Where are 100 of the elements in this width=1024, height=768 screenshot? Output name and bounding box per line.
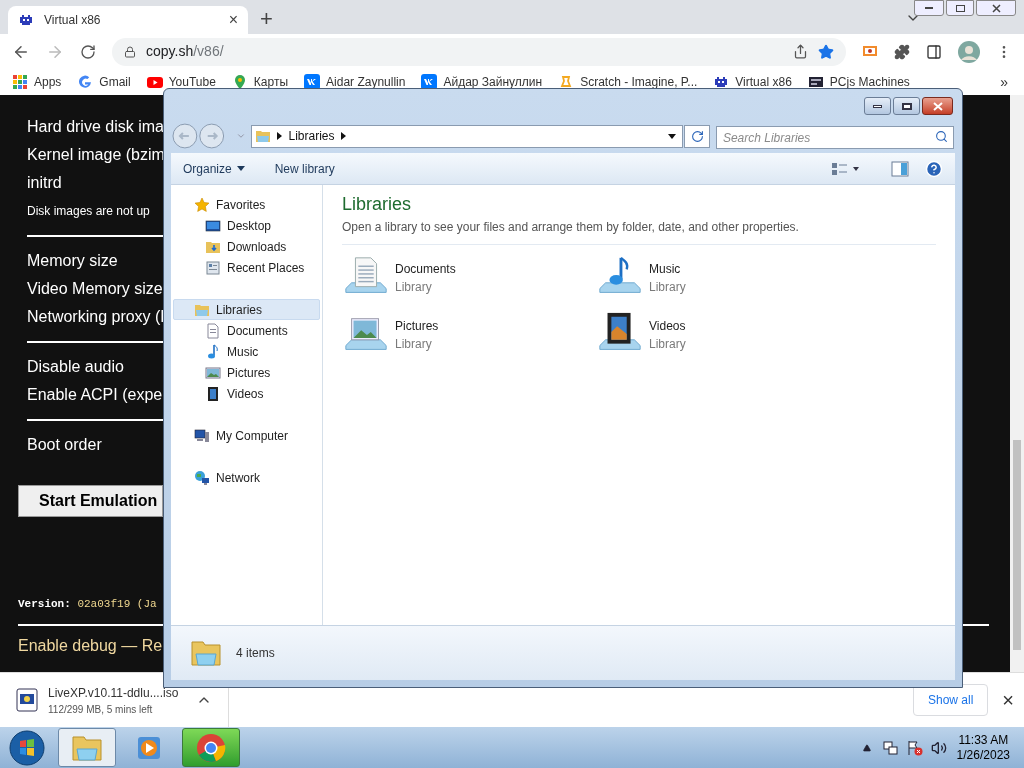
library-type: Library xyxy=(395,336,433,353)
share-icon[interactable] xyxy=(793,44,808,59)
bookmark-item[interactable]: Apps xyxy=(12,73,62,91)
nav-item[interactable]: Libraries xyxy=(173,299,320,320)
download-file-name[interactable]: LiveXP.v10.11-ddlu....iso xyxy=(48,683,188,702)
reload-icon[interactable] xyxy=(80,43,96,60)
command-button[interactable]: New library xyxy=(274,159,348,178)
side-panel-icon[interactable] xyxy=(926,43,942,60)
library-item[interactable]: Documents Library xyxy=(342,254,596,302)
library-name: Documents xyxy=(395,261,456,278)
nav-item[interactable]: Recent Places xyxy=(173,257,320,278)
chevron-right-icon[interactable] xyxy=(340,132,346,140)
close-downloads-button[interactable]: × xyxy=(1002,685,1014,715)
address-bar[interactable]: copy.sh/v86/ xyxy=(112,37,846,66)
item-count: 4 items xyxy=(236,645,275,662)
library-heading: Libraries xyxy=(342,193,413,216)
extensions-icon[interactable] xyxy=(894,43,910,60)
flag-error-icon[interactable] xyxy=(906,739,923,756)
library-item[interactable]: Pictures Library xyxy=(342,311,596,359)
refresh-icon xyxy=(690,129,704,143)
library-name: Videos xyxy=(649,318,686,335)
picture-icon xyxy=(205,364,221,381)
bookmark-item[interactable]: PCjs Machines xyxy=(807,73,910,91)
nav-item[interactable]: Videos xyxy=(173,383,320,404)
bookmark-item[interactable]: Gmail xyxy=(77,73,131,91)
new-tab-button[interactable]: + xyxy=(260,8,273,30)
invader-icon xyxy=(713,74,730,90)
command-button[interactable]: Organize xyxy=(183,159,245,178)
search-field[interactable]: Search Libraries xyxy=(715,126,954,149)
recent-places-icon xyxy=(205,259,221,276)
chevron-right-icon[interactable] xyxy=(277,132,283,140)
nav-item[interactable]: My Computer xyxy=(173,425,320,446)
bookmark-item[interactable]: Scratch - Imagine, P... xyxy=(558,73,698,91)
library-type: Library xyxy=(649,336,686,353)
option-label: Memory size xyxy=(27,251,118,271)
library-type: Library xyxy=(395,279,433,296)
apps-grid-icon xyxy=(12,74,28,90)
library-item[interactable]: Videos Library xyxy=(596,311,850,359)
nav-item[interactable]: Desktop xyxy=(173,215,320,236)
dropdown-caret-icon[interactable] xyxy=(668,133,677,139)
breadcrumb[interactable]: Libraries xyxy=(288,127,335,145)
option-label: Boot order xyxy=(27,435,102,455)
desktop-icon xyxy=(205,217,221,234)
volume-icon[interactable] xyxy=(930,739,947,756)
more-bookmarks-button[interactable]: » xyxy=(1000,71,1008,93)
taskbar-button[interactable] xyxy=(58,728,116,767)
refresh-button[interactable] xyxy=(684,124,710,148)
google-g-icon xyxy=(77,74,94,90)
browser-tab[interactable]: Virtual x86 × xyxy=(8,6,248,34)
scrollbar[interactable] xyxy=(1010,95,1024,672)
option-label: Networking proxy (l xyxy=(27,307,164,327)
restore-button[interactable] xyxy=(946,0,974,16)
library-type: Library xyxy=(649,279,686,296)
show-hidden-icons-icon[interactable] xyxy=(862,743,871,752)
minimize-button[interactable] xyxy=(914,0,944,16)
avatar-icon[interactable] xyxy=(958,40,980,63)
close-window-button[interactable] xyxy=(976,0,1016,16)
maximize-button[interactable] xyxy=(893,97,920,115)
library-name: Music xyxy=(649,261,682,278)
music-note-icon xyxy=(205,343,221,360)
bookmark-item[interactable]: Virtual x86 xyxy=(713,73,792,91)
folder-icon xyxy=(190,638,222,668)
close-icon xyxy=(991,3,1001,13)
option-label: Video Memory size xyxy=(27,279,163,299)
document-icon xyxy=(205,322,221,339)
bookmark-item[interactable]: YouTube xyxy=(146,73,216,91)
help-icon[interactable] xyxy=(925,159,943,178)
preview-pane-icon[interactable] xyxy=(891,160,909,177)
nav-item[interactable]: Downloads xyxy=(173,236,320,257)
version-text: Version: 02a03f19 (Ja xyxy=(18,597,157,612)
library-item[interactable]: Music Library xyxy=(596,254,850,302)
nav-item[interactable]: Favorites xyxy=(173,194,320,215)
clock[interactable]: 11:33 AM 1/26/2023 xyxy=(956,732,1010,763)
start-emulation-button[interactable]: Start Emulation xyxy=(18,485,163,517)
nav-item[interactable]: Pictures xyxy=(173,362,320,383)
close-button[interactable] xyxy=(922,97,953,115)
taskbar-button[interactable] xyxy=(182,728,240,767)
view-options-icon[interactable] xyxy=(831,160,861,177)
star-icon xyxy=(194,196,210,213)
bookmark-star-icon[interactable] xyxy=(818,43,834,60)
url-text: copy.sh/v86/ xyxy=(146,42,224,61)
debug-link[interactable]: Enable debug — Re xyxy=(18,634,163,654)
disc-image-file-icon xyxy=(16,688,38,712)
globe-network-icon xyxy=(194,469,210,486)
start-orb-icon[interactable] xyxy=(8,728,46,767)
option-label: Enable ACPI (expe xyxy=(27,385,163,405)
close-tab-button[interactable]: × xyxy=(228,8,238,32)
library-description: Open a library to see your files and arrange them by folder, date, and other properties. xyxy=(342,219,800,236)
option-label: Hard drive disk ima xyxy=(27,117,164,137)
address-box[interactable]: Libraries xyxy=(251,124,684,148)
info-note: Disk images are not up xyxy=(27,203,150,220)
nav-item[interactable]: Music xyxy=(173,341,320,362)
search-icon[interactable] xyxy=(935,129,948,143)
nav-item[interactable]: Network xyxy=(173,467,320,488)
option-label: Disable audio xyxy=(27,357,124,377)
libraries-folder-icon xyxy=(255,128,272,144)
bookmark-item[interactable]: Карты xyxy=(231,73,289,91)
minimize-button[interactable] xyxy=(864,97,891,115)
network-icon[interactable] xyxy=(882,739,899,756)
nav-item[interactable]: Documents xyxy=(173,320,320,341)
